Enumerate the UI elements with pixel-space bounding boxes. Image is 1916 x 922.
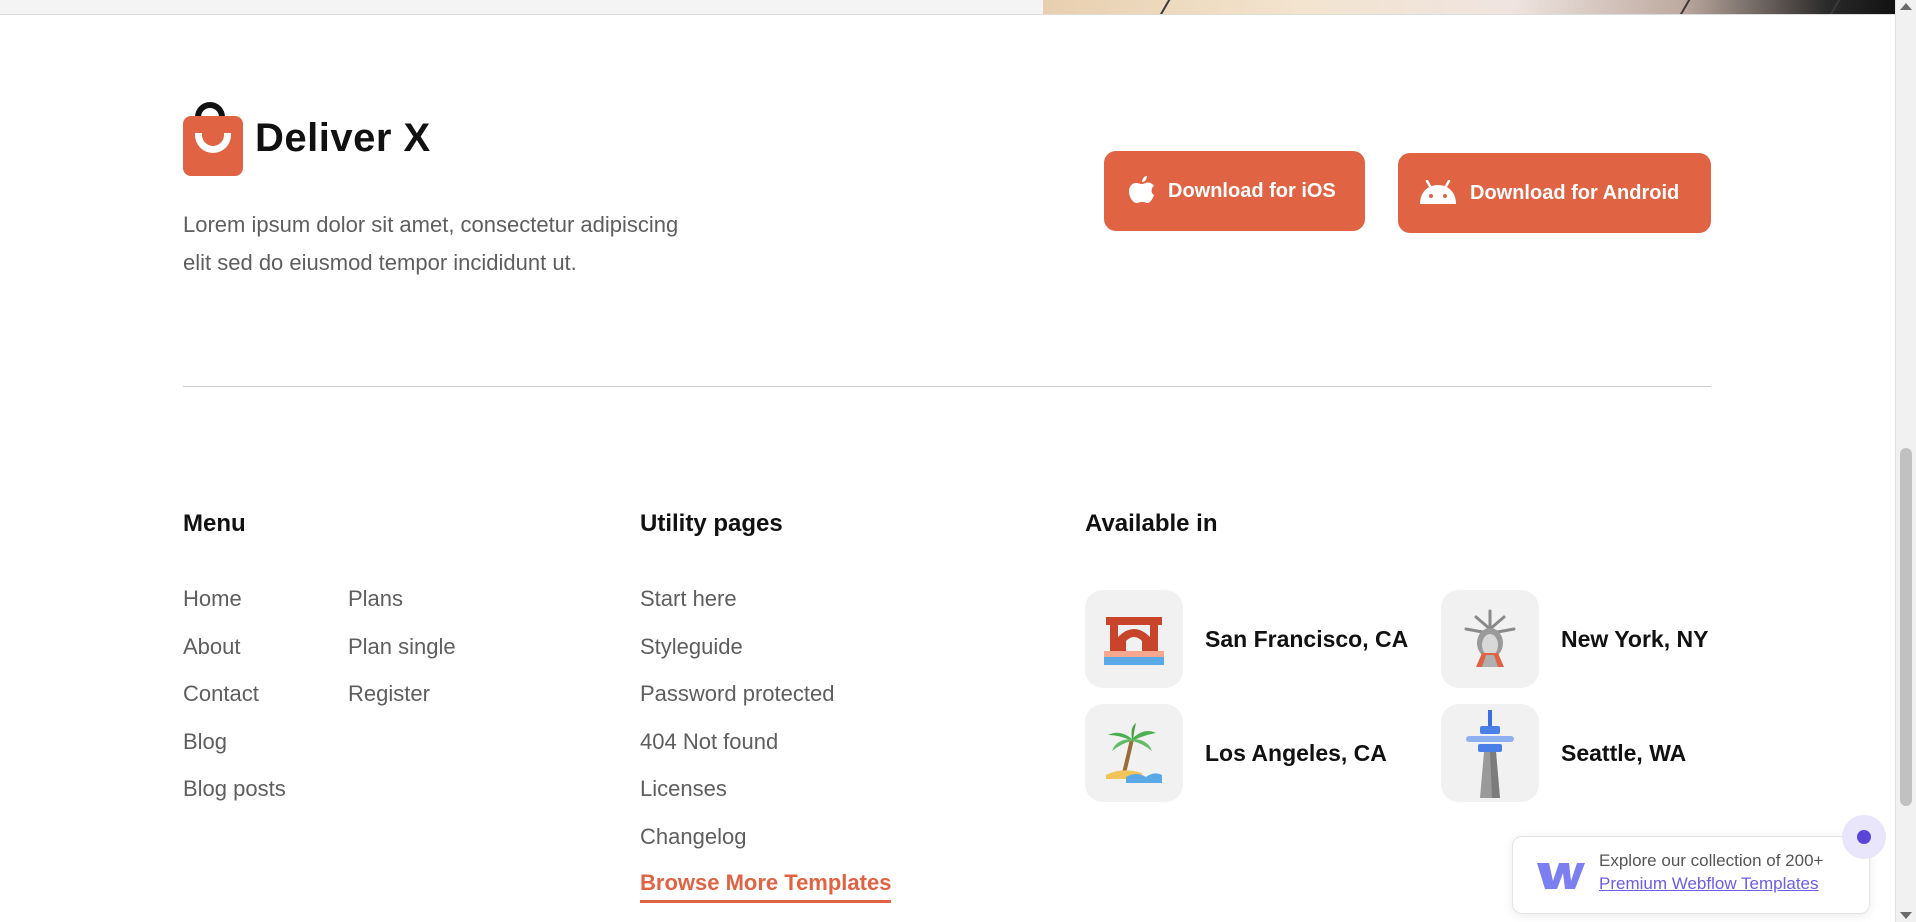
shopping-bag-icon bbox=[183, 100, 243, 176]
city-new-york[interactable]: New York, NY bbox=[1441, 590, 1708, 688]
utility-link-password-protected[interactable]: Password protected bbox=[640, 681, 834, 707]
scroll-up-icon[interactable] bbox=[1900, 3, 1912, 10]
city-name: San Francisco, CA bbox=[1205, 625, 1409, 652]
webflow-promo-badge[interactable]: Explore our collection of 200+ Premium W… bbox=[1512, 836, 1870, 914]
city-san-francisco[interactable]: San Francisco, CA bbox=[1085, 590, 1408, 688]
android-icon bbox=[1420, 180, 1456, 204]
golden-gate-bridge-icon bbox=[1104, 617, 1164, 665]
statue-of-liberty-icon bbox=[1464, 609, 1516, 667]
menu-link-home[interactable]: Home bbox=[183, 586, 242, 612]
menu-link-register[interactable]: Register bbox=[348, 681, 430, 707]
scrollbar[interactable] bbox=[1895, 0, 1916, 922]
utility-link-start-here[interactable]: Start here bbox=[640, 586, 737, 612]
brand-name: Deliver X bbox=[255, 115, 431, 160]
utility-link-styleguide[interactable]: Styleguide bbox=[640, 634, 743, 660]
apple-icon bbox=[1129, 176, 1154, 203]
browse-more-templates-link[interactable]: Browse More Templates bbox=[640, 870, 892, 903]
city-tile bbox=[1085, 590, 1183, 688]
city-seattle[interactable]: Seattle, WA bbox=[1441, 704, 1686, 802]
hero-image-edge bbox=[1043, 0, 1896, 14]
menu-link-plans[interactable]: Plans bbox=[348, 586, 403, 612]
download-ios-label: Download for iOS bbox=[1168, 179, 1336, 202]
city-name: Los Angeles, CA bbox=[1205, 739, 1387, 766]
menu-title: Menu bbox=[183, 510, 246, 537]
city-name: New York, NY bbox=[1561, 625, 1709, 652]
menu-link-about[interactable]: About bbox=[183, 634, 241, 660]
menu-link-blog-posts[interactable]: Blog posts bbox=[183, 776, 286, 802]
available-title: Available in bbox=[1085, 510, 1218, 537]
city-tile bbox=[1085, 704, 1183, 802]
utility-title: Utility pages bbox=[640, 510, 783, 537]
description-line: elit sed do eiusmod tempor incididunt ut… bbox=[183, 250, 577, 275]
brand-logo[interactable]: Deliver X bbox=[183, 100, 431, 176]
premium-templates-link[interactable]: Premium Webflow Templates bbox=[1599, 874, 1819, 894]
utility-link-changelog[interactable]: Changelog bbox=[640, 824, 746, 850]
menu-link-blog[interactable]: Blog bbox=[183, 729, 227, 755]
menu-link-plan-single[interactable]: Plan single bbox=[348, 634, 456, 660]
download-android-label: Download for Android bbox=[1470, 181, 1680, 204]
menu-link-contact[interactable]: Contact bbox=[183, 681, 259, 707]
city-name: Seattle, WA bbox=[1561, 739, 1687, 766]
space-needle-icon bbox=[1466, 710, 1514, 798]
scroll-down-icon[interactable] bbox=[1900, 912, 1912, 919]
description-line: Lorem ipsum dolor sit amet, consectetur … bbox=[183, 212, 679, 237]
footer-divider bbox=[183, 386, 1711, 387]
utility-link-licenses[interactable]: Licenses bbox=[640, 776, 727, 802]
scrollbar-thumb[interactable] bbox=[1900, 448, 1912, 806]
webflow-icon bbox=[1537, 863, 1585, 889]
download-android-button[interactable]: Download for Android bbox=[1398, 153, 1711, 233]
chat-bubble-icon[interactable] bbox=[1842, 815, 1886, 859]
promo-text: Explore our collection of 200+ bbox=[1599, 851, 1824, 870]
utility-link-404[interactable]: 404 Not found bbox=[640, 729, 778, 755]
top-image-strip bbox=[0, 0, 1896, 15]
footer-description: Lorem ipsum dolor sit amet, consectetur … bbox=[183, 206, 763, 282]
palm-tree-icon bbox=[1106, 723, 1162, 783]
city-tile bbox=[1441, 704, 1539, 802]
city-los-angeles[interactable]: Los Angeles, CA bbox=[1085, 704, 1387, 802]
download-ios-button[interactable]: Download for iOS bbox=[1104, 151, 1365, 231]
city-tile bbox=[1441, 590, 1539, 688]
